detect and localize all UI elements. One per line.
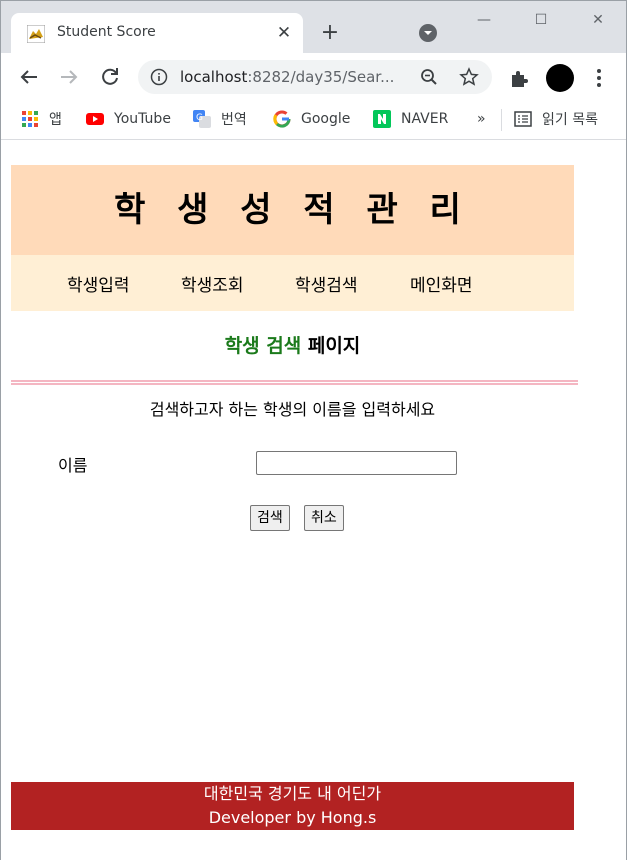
bookmark-google-label: Google xyxy=(301,111,351,127)
bookmarks-overflow-button[interactable]: » xyxy=(477,109,486,129)
tab-strip: Student Score ✕ + — ☐ ✕ xyxy=(1,1,626,53)
bookmark-star-icon[interactable] xyxy=(459,67,479,87)
close-tab-icon[interactable]: ✕ xyxy=(273,22,295,44)
address-bar[interactable]: localhost:8282/day35/Sear... xyxy=(138,60,492,94)
footer-address: 대한민국 경기도 내 어딘가 xyxy=(203,784,382,803)
nav-main-page[interactable]: 메인화면 xyxy=(410,271,473,296)
name-input[interactable] xyxy=(256,451,457,475)
minimize-button[interactable]: — xyxy=(471,9,497,31)
menu-kebab-icon[interactable] xyxy=(591,67,607,89)
site-info-icon[interactable] xyxy=(150,68,168,86)
nav-student-list[interactable]: 학생조회 xyxy=(181,271,244,296)
tab-title: Student Score xyxy=(57,24,156,40)
bookmark-youtube-label: YouTube xyxy=(114,111,171,127)
browser-window: Student Score ✕ + — ☐ ✕ localhost:8282/d… xyxy=(0,0,627,860)
new-tab-button[interactable]: + xyxy=(317,21,343,47)
bookmark-apps[interactable]: 앱 xyxy=(21,109,62,129)
cancel-button[interactable]: 취소 xyxy=(304,505,344,531)
footer-developer: Developer by Hong.s xyxy=(208,808,377,827)
bookmark-apps-label: 앱 xyxy=(49,112,62,128)
section-divider xyxy=(11,380,578,385)
tab-search-icon[interactable] xyxy=(418,23,438,43)
section-title: 학생 검색 페이지 xyxy=(11,331,574,358)
reading-list-label: 읽기 목록 xyxy=(542,112,598,128)
tomcat-favicon-icon xyxy=(27,25,45,43)
section-title-rest: 페이지 xyxy=(301,335,361,357)
bookmark-naver[interactable]: NAVER xyxy=(373,109,448,129)
zoom-icon[interactable] xyxy=(420,68,438,86)
bookmark-naver-label: NAVER xyxy=(401,111,449,127)
google-translate-icon: G xyxy=(193,110,211,128)
tab-student-score[interactable]: Student Score ✕ xyxy=(11,13,303,53)
profile-avatar[interactable] xyxy=(546,64,574,92)
browser-toolbar: localhost:8282/day35/Sear... xyxy=(1,53,626,101)
reading-list-icon xyxy=(514,111,532,127)
main-nav: 학생입력 학생조회 학생검색 메인화면 xyxy=(11,255,574,311)
naver-icon xyxy=(373,110,391,128)
reload-icon[interactable] xyxy=(96,63,124,91)
nav-student-search[interactable]: 학생검색 xyxy=(295,271,358,296)
extensions-puzzle-icon[interactable] xyxy=(508,67,530,89)
url-text: localhost:8282/day35/Sear... xyxy=(180,68,394,86)
page-footer: 대한민국 경기도 내 어딘가 Developer by Hong.s xyxy=(11,782,574,830)
page-title: 학 생 성 적 관 리 xyxy=(114,190,471,230)
back-arrow-icon[interactable] xyxy=(15,63,43,91)
section-title-highlight: 학생 검색 xyxy=(224,335,302,357)
svg-text:G: G xyxy=(196,113,203,123)
bookmark-translate[interactable]: G 번역 xyxy=(193,109,247,129)
web-page: 학 생 성 적 관 리 학생입력 학생조회 학생검색 메인화면 학생 검색 페이… xyxy=(1,141,626,860)
bookmark-google[interactable]: Google xyxy=(273,109,350,129)
bookmark-youtube[interactable]: YouTube xyxy=(86,109,171,129)
bookmarks-bar: 앱 YouTube G 번역 Google NAVER » 읽기 목록 xyxy=(1,101,626,140)
name-label: 이름 xyxy=(58,456,88,475)
youtube-icon xyxy=(86,113,104,125)
forward-arrow-icon[interactable] xyxy=(55,63,83,91)
bookmark-translate-label: 번역 xyxy=(221,112,247,128)
reading-list-button[interactable]: 읽기 목록 xyxy=(514,109,598,129)
google-g-icon xyxy=(273,110,291,128)
nav-student-input[interactable]: 학생입력 xyxy=(67,271,130,296)
search-instruction: 검색하고자 하는 학생의 이름을 입력하세요 xyxy=(149,400,436,419)
apps-grid-icon xyxy=(22,111,38,127)
url-path: :8282/day35/Sear... xyxy=(247,68,395,86)
close-window-button[interactable]: ✕ xyxy=(585,9,611,31)
bookmarks-divider xyxy=(501,109,502,131)
page-header: 학 생 성 적 관 리 xyxy=(11,165,574,255)
search-button[interactable]: 검색 xyxy=(250,505,290,531)
maximize-button[interactable]: ☐ xyxy=(528,9,554,31)
url-host: localhost xyxy=(180,68,248,86)
